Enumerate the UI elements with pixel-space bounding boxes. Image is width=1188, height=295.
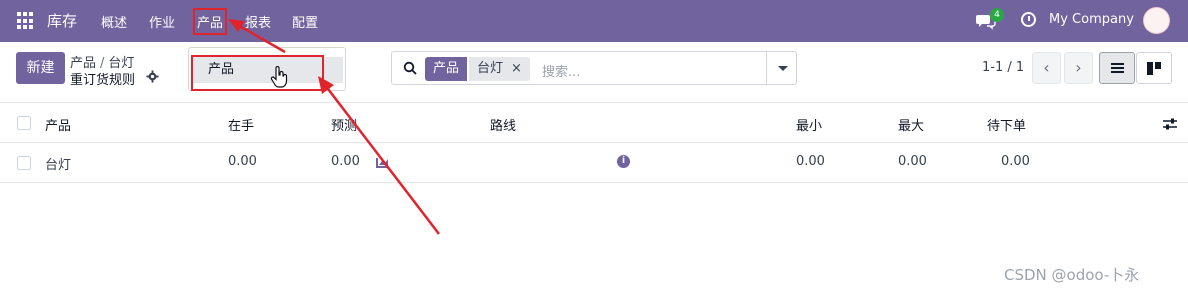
list-icon (1111, 63, 1124, 74)
column-header-product[interactable]: 产品 (45, 115, 71, 134)
cell-max: 0.00 (898, 154, 927, 169)
search-icon (403, 61, 417, 75)
table-header: 产品 在手 预测 路线 最小 最大 待下单 (0, 103, 1188, 143)
menu-operations[interactable]: 作业 (149, 12, 175, 31)
hand-cursor-icon (270, 66, 288, 88)
pager-next-button[interactable]: › (1064, 52, 1093, 84)
cell-forecast: 0.00 (331, 154, 360, 169)
search-options-toggle[interactable] (766, 52, 797, 84)
apps-grid-icon[interactable] (17, 12, 35, 30)
search-input[interactable]: 搜索... (542, 61, 580, 80)
company-switcher[interactable]: My Company (1049, 12, 1134, 27)
column-header-max[interactable]: 最大 (898, 115, 924, 134)
gear-icon[interactable] (146, 70, 159, 83)
search-facet-label: 产品 (425, 57, 468, 81)
kanban-icon (1147, 62, 1161, 75)
column-header-routes[interactable]: 路线 (490, 115, 516, 134)
search-facet-value-text: 台灯 (477, 61, 504, 76)
menu-products[interactable]: 产品 (192, 8, 228, 35)
watermark: CSDN @odoo-卜永 (1004, 266, 1140, 284)
select-all-checkbox[interactable] (17, 116, 31, 130)
column-settings-icon[interactable] (1163, 118, 1177, 130)
top-navbar: 库存 概述 作业 产品 报表 配置 4 My Company (0, 0, 1188, 42)
menu-configuration[interactable]: 配置 (292, 12, 318, 31)
route-info-icon[interactable]: i (617, 155, 630, 168)
column-header-on-hand[interactable]: 在手 (228, 115, 254, 134)
forecast-chart-icon[interactable] (376, 158, 389, 168)
column-header-min[interactable]: 最小 (796, 115, 822, 134)
activity-clock-icon[interactable] (1021, 12, 1036, 27)
search-facet-value: 台灯 × (469, 57, 530, 81)
facet-remove-icon[interactable]: × (511, 61, 522, 76)
menu-overview[interactable]: 概述 (101, 12, 127, 31)
pager-previous-button[interactable]: ‹ (1032, 52, 1061, 84)
annotation-highlight-box (191, 55, 324, 91)
column-header-forecast[interactable]: 预测 (331, 115, 357, 134)
pager-value[interactable]: 1-1 / 1 (982, 60, 1024, 75)
page-title: 重订货规则 (70, 73, 136, 88)
row-checkbox[interactable] (17, 156, 31, 170)
cell-min: 0.00 (796, 154, 825, 169)
menu-reporting[interactable]: 报表 (245, 12, 271, 31)
app-name[interactable]: 库存 (47, 10, 77, 31)
user-avatar[interactable] (1143, 7, 1170, 34)
chat-count-badge: 4 (990, 8, 1004, 22)
list-view-button[interactable] (1099, 52, 1135, 84)
cell-to-order: 0.00 (1001, 154, 1030, 169)
cell-product[interactable]: 台灯 (45, 154, 71, 173)
table-row[interactable]: 台灯 0.00 0.00 i 0.00 0.00 0.00 (0, 143, 1188, 183)
column-header-to-order[interactable]: 待下单 (987, 115, 1026, 134)
kanban-view-button[interactable] (1136, 52, 1172, 84)
search-bar[interactable]: 产品 台灯 × 搜索... (391, 51, 797, 85)
cell-on-hand: 0.00 (228, 154, 257, 169)
new-button[interactable]: 新建 (16, 52, 65, 84)
